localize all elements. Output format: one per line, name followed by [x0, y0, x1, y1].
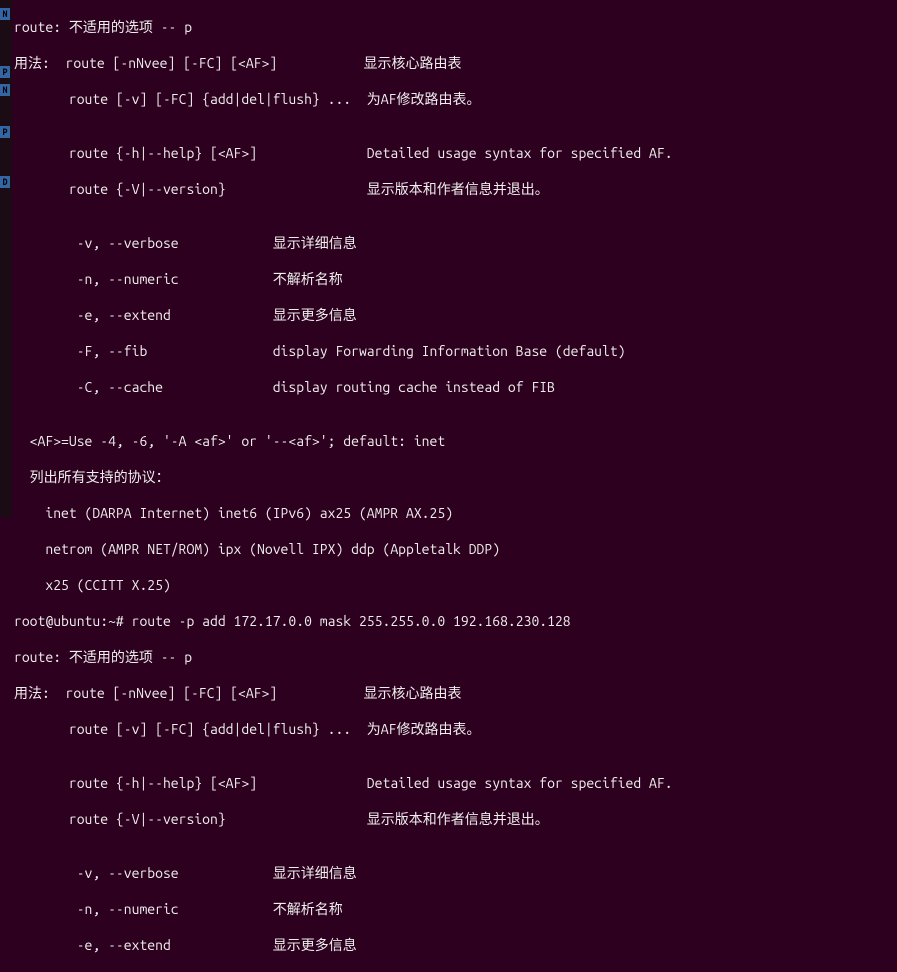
terminal-line: <AF>=Use -4, -6, '-A <af>' or '--<af>'; …	[14, 432, 673, 450]
terminal-prompt-line: root@ubuntu:~# route -p add 172.17.0.0 m…	[14, 612, 673, 630]
terminal-output[interactable]: route: 不适用的选项 -- p 用法: route [-nNvee] [-…	[14, 0, 673, 972]
terminal-line: route {-V|--version} 显示版本和作者信息并退出。	[14, 810, 673, 828]
editor-gutter: N P N P D	[0, 0, 12, 517]
gutter-badge-p: P	[0, 66, 10, 78]
terminal-line: -e, --extend 显示更多信息	[14, 936, 673, 954]
terminal-line: route [-v] [-FC] {add|del|flush} ... 为AF…	[14, 90, 673, 108]
terminal-line: -C, --cache display routing cache instea…	[14, 378, 673, 396]
terminal-line: -v, --verbose 显示详细信息	[14, 234, 673, 252]
terminal-line: 用法: route [-nNvee] [-FC] [<AF>] 显示核心路由表	[14, 684, 673, 702]
terminal-line: x25 (CCITT X.25)	[14, 576, 673, 594]
terminal-line: 列出所有支持的协议：	[14, 468, 673, 486]
gutter-badge-n: N	[0, 8, 10, 20]
terminal-line: -v, --verbose 显示详细信息	[14, 864, 673, 882]
terminal-line: -n, --numeric 不解析名称	[14, 270, 673, 288]
terminal-line: route [-v] [-FC] {add|del|flush} ... 为AF…	[14, 720, 673, 738]
terminal-line: -e, --extend 显示更多信息	[14, 306, 673, 324]
gutter-badge-p: P	[0, 126, 10, 138]
terminal-line: inet (DARPA Internet) inet6 (IPv6) ax25 …	[14, 504, 673, 522]
terminal-line: route {-h|--help} [<AF>] Detailed usage …	[14, 144, 673, 162]
gutter-badge-n: N	[0, 84, 10, 96]
terminal-line: route {-V|--version} 显示版本和作者信息并退出。	[14, 180, 673, 198]
terminal-line: route: 不适用的选项 -- p	[14, 648, 673, 666]
terminal-line: -n, --numeric 不解析名称	[14, 900, 673, 918]
terminal-line: route: 不适用的选项 -- p	[14, 18, 673, 36]
terminal-line: -F, --fib display Forwarding Information…	[14, 342, 673, 360]
terminal-line: netrom (AMPR NET/ROM) ipx (Novell IPX) d…	[14, 540, 673, 558]
terminal-line: route {-h|--help} [<AF>] Detailed usage …	[14, 774, 673, 792]
gutter-badge-d: D	[0, 176, 10, 188]
terminal-line: 用法: route [-nNvee] [-FC] [<AF>] 显示核心路由表	[14, 54, 673, 72]
